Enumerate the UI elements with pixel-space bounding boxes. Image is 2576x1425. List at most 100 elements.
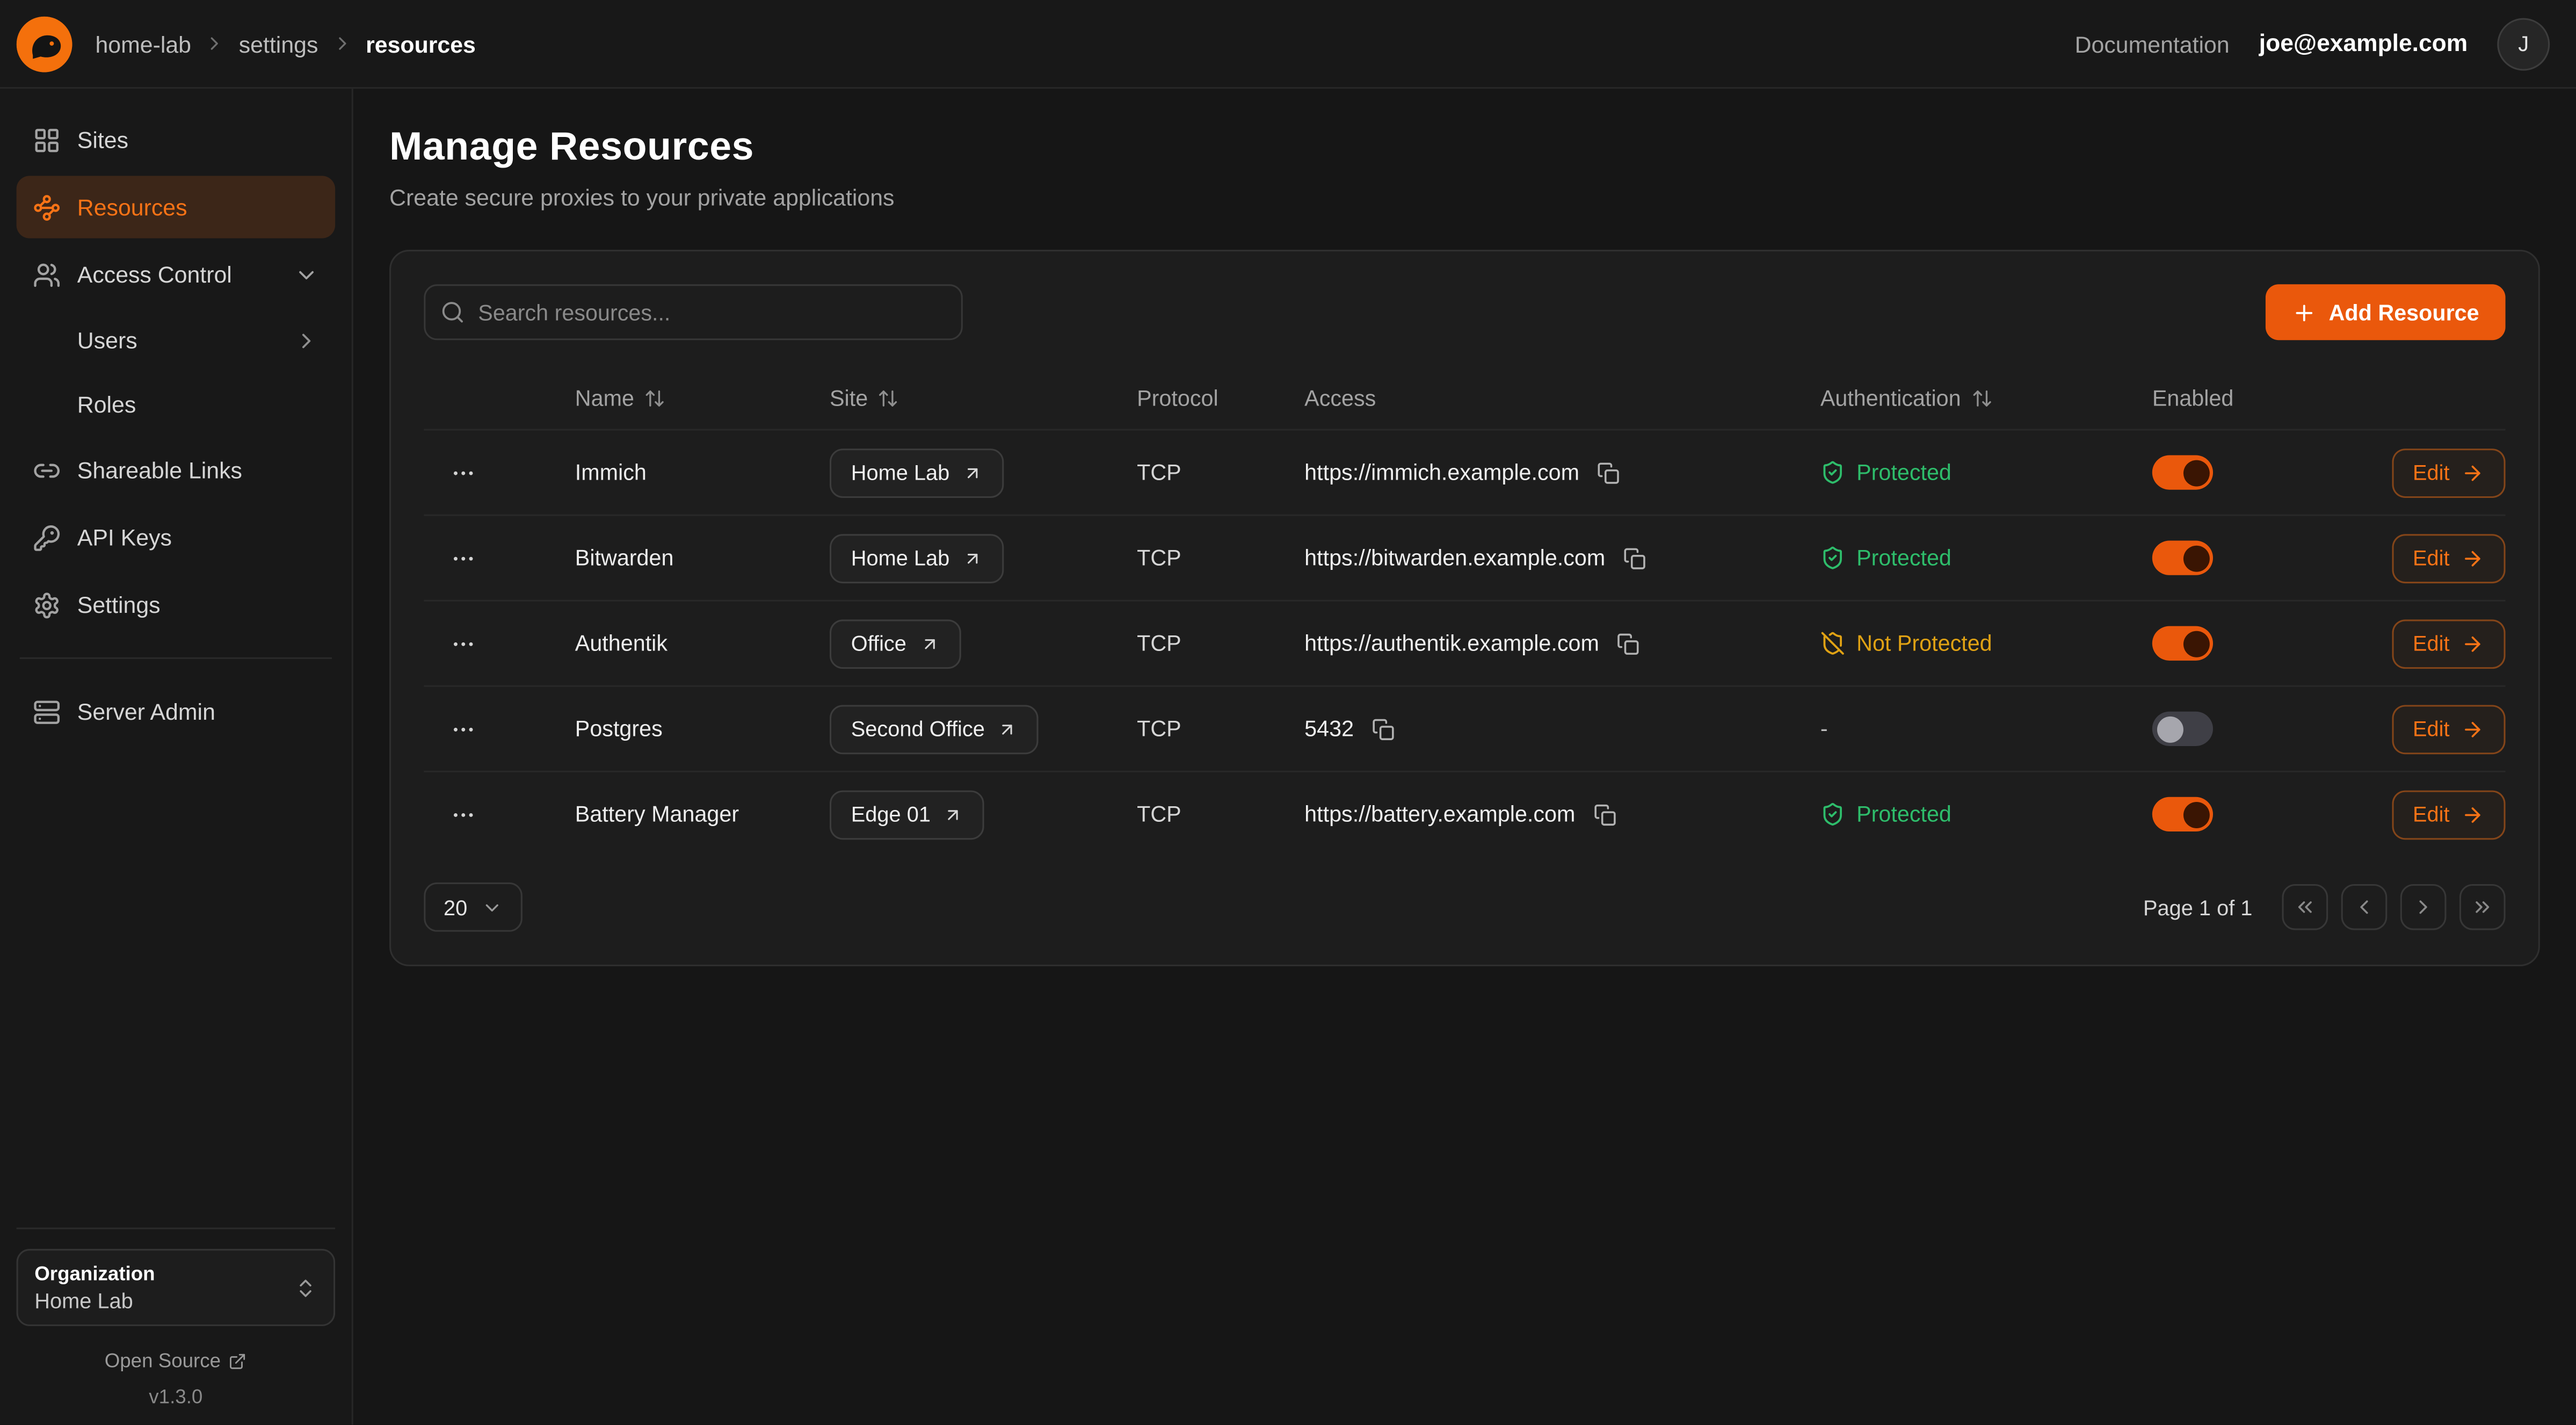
copy-button[interactable] — [1590, 799, 1620, 829]
first-page-button[interactable] — [2282, 884, 2328, 930]
edit-button[interactable]: Edit — [2391, 619, 2505, 668]
edit-button[interactable]: Edit — [2391, 448, 2505, 497]
sort-icon — [644, 387, 665, 408]
arrow-right-icon — [2461, 546, 2484, 569]
sidebar: Sites Resources Access Control — [0, 89, 353, 1424]
chevron-right-icon — [2412, 895, 2435, 918]
pangolin-logo-icon — [17, 16, 72, 71]
sidebar-item-label: Sites — [77, 127, 128, 153]
search-input[interactable] — [424, 284, 962, 340]
resource-name: Bitwarden — [575, 546, 830, 570]
column-header-name[interactable]: Name — [575, 385, 830, 410]
last-page-button[interactable] — [2459, 884, 2506, 930]
ellipsis-icon — [450, 545, 476, 571]
previous-page-button[interactable] — [2341, 884, 2388, 930]
search-icon — [440, 300, 465, 324]
sidebar-footer: Organization Home Lab Open Source v1.3.0 — [17, 1227, 336, 1408]
breadcrumb-settings[interactable]: settings — [239, 31, 318, 57]
breadcrumb: home-lab settings resources — [95, 31, 475, 57]
main-content: Manage Resources Create secure proxies t… — [353, 89, 2576, 1424]
row-menu-button[interactable] — [444, 624, 483, 663]
row-menu-button[interactable] — [444, 538, 483, 577]
table-body: Immich Home Lab TCP https://immich.examp… — [424, 429, 2505, 856]
column-header-site[interactable]: Site — [830, 385, 1137, 410]
gear-icon — [33, 591, 61, 619]
resource-access: https://immich.example.com — [1304, 460, 1579, 485]
enabled-toggle[interactable] — [2152, 541, 2213, 575]
breadcrumb-separator-icon — [205, 33, 226, 54]
column-header-access: Access — [1304, 385, 1820, 410]
enabled-toggle[interactable] — [2152, 626, 2213, 661]
column-header-protocol: Protocol — [1137, 385, 1304, 410]
sidebar-item-settings[interactable]: Settings — [17, 574, 336, 636]
copy-button[interactable] — [1614, 628, 1643, 658]
row-menu-button[interactable] — [444, 794, 483, 834]
page-size-select[interactable]: 20 — [424, 883, 523, 932]
sidebar-item-roles[interactable]: Roles — [17, 375, 336, 434]
sidebar-item-resources[interactable]: Resources — [17, 176, 336, 238]
row-menu-button[interactable] — [444, 709, 483, 748]
enabled-toggle[interactable] — [2152, 797, 2213, 831]
avatar[interactable]: J — [2497, 17, 2550, 70]
sidebar-item-shareable-links[interactable]: Shareable Links — [17, 439, 336, 501]
external-link-icon — [944, 805, 963, 824]
sidebar-item-sites[interactable]: Sites — [17, 108, 336, 171]
site-name: Home Lab — [851, 546, 950, 570]
site-link-button[interactable]: Home Lab — [830, 448, 1004, 497]
auth-status: Not Protected — [1820, 631, 2152, 656]
documentation-link[interactable]: Documentation — [2075, 31, 2230, 57]
edit-button[interactable]: Edit — [2391, 533, 2505, 583]
site-link-button[interactable]: Home Lab — [830, 533, 1004, 583]
sidebar-item-label: Settings — [77, 591, 161, 618]
sidebar-divider — [20, 657, 332, 659]
topbar: home-lab settings resources Documentatio… — [0, 0, 2576, 89]
column-header-enabled: Enabled — [2152, 385, 2382, 410]
pangolin-logo[interactable] — [17, 16, 72, 71]
column-header-label: Enabled — [2152, 385, 2234, 410]
edit-button[interactable]: Edit — [2391, 704, 2505, 754]
table-row: Authentik Office TCP https://authentik.e… — [424, 600, 2505, 685]
sidebar-item-api-keys[interactable]: API Keys — [17, 506, 336, 568]
edit-button[interactable]: Edit — [2391, 790, 2505, 839]
table-row: Battery Manager Edge 01 TCP https://batt… — [424, 771, 2505, 856]
row-menu-button[interactable] — [444, 453, 483, 492]
column-header-label: Protocol — [1137, 385, 1218, 410]
copy-button[interactable] — [1369, 714, 1398, 743]
copy-button[interactable] — [1620, 543, 1650, 573]
site-link-button[interactable]: Office — [830, 619, 961, 668]
resource-name: Battery Manager — [575, 802, 830, 827]
auth-status: Protected — [1820, 546, 2152, 570]
next-page-button[interactable] — [2400, 884, 2447, 930]
resource-access: https://authentik.example.com — [1304, 631, 1599, 656]
column-header-label: Access — [1304, 385, 1376, 410]
user-email[interactable]: joe@example.com — [2259, 31, 2468, 57]
breadcrumb-org[interactable]: home-lab — [95, 31, 191, 57]
arrow-right-icon — [2461, 632, 2484, 655]
copy-icon — [1372, 717, 1395, 740]
add-resource-button[interactable]: Add Resource — [2266, 284, 2505, 340]
link-icon — [33, 456, 61, 484]
copy-icon — [1598, 461, 1621, 484]
open-source-label: Open Source — [105, 1349, 221, 1372]
copy-button[interactable] — [1594, 458, 1624, 487]
sidebar-item-users[interactable]: Users — [17, 310, 336, 370]
enabled-toggle[interactable] — [2152, 455, 2213, 489]
site-link-button[interactable]: Second Office — [830, 704, 1039, 754]
app-root: home-lab settings resources Documentatio… — [0, 0, 2576, 1424]
sidebar-item-server-admin[interactable]: Server Admin — [17, 681, 336, 743]
page-subtitle: Create secure proxies to your private ap… — [389, 184, 2540, 211]
sidebar-item-access-control[interactable]: Access Control — [17, 243, 336, 306]
organization-selector[interactable]: Organization Home Lab — [17, 1249, 336, 1326]
site-link-button[interactable]: Edge 01 — [830, 790, 985, 839]
external-link-icon — [998, 719, 1018, 739]
auth-status: Protected — [1820, 802, 2152, 827]
breadcrumb-current-page: resources — [366, 31, 476, 57]
sidebar-item-label: Access Control — [77, 261, 232, 287]
open-source-link[interactable]: Open Source — [105, 1349, 247, 1372]
enabled-toggle[interactable] — [2152, 712, 2213, 746]
page-size-value: 20 — [444, 895, 467, 920]
card-footer: 20 Page 1 of 1 — [424, 883, 2505, 932]
card-toolbar: Add Resource — [424, 284, 2505, 340]
column-header-authentication[interactable]: Authentication — [1820, 385, 2152, 410]
page-info: Page 1 of 1 — [2143, 895, 2252, 920]
